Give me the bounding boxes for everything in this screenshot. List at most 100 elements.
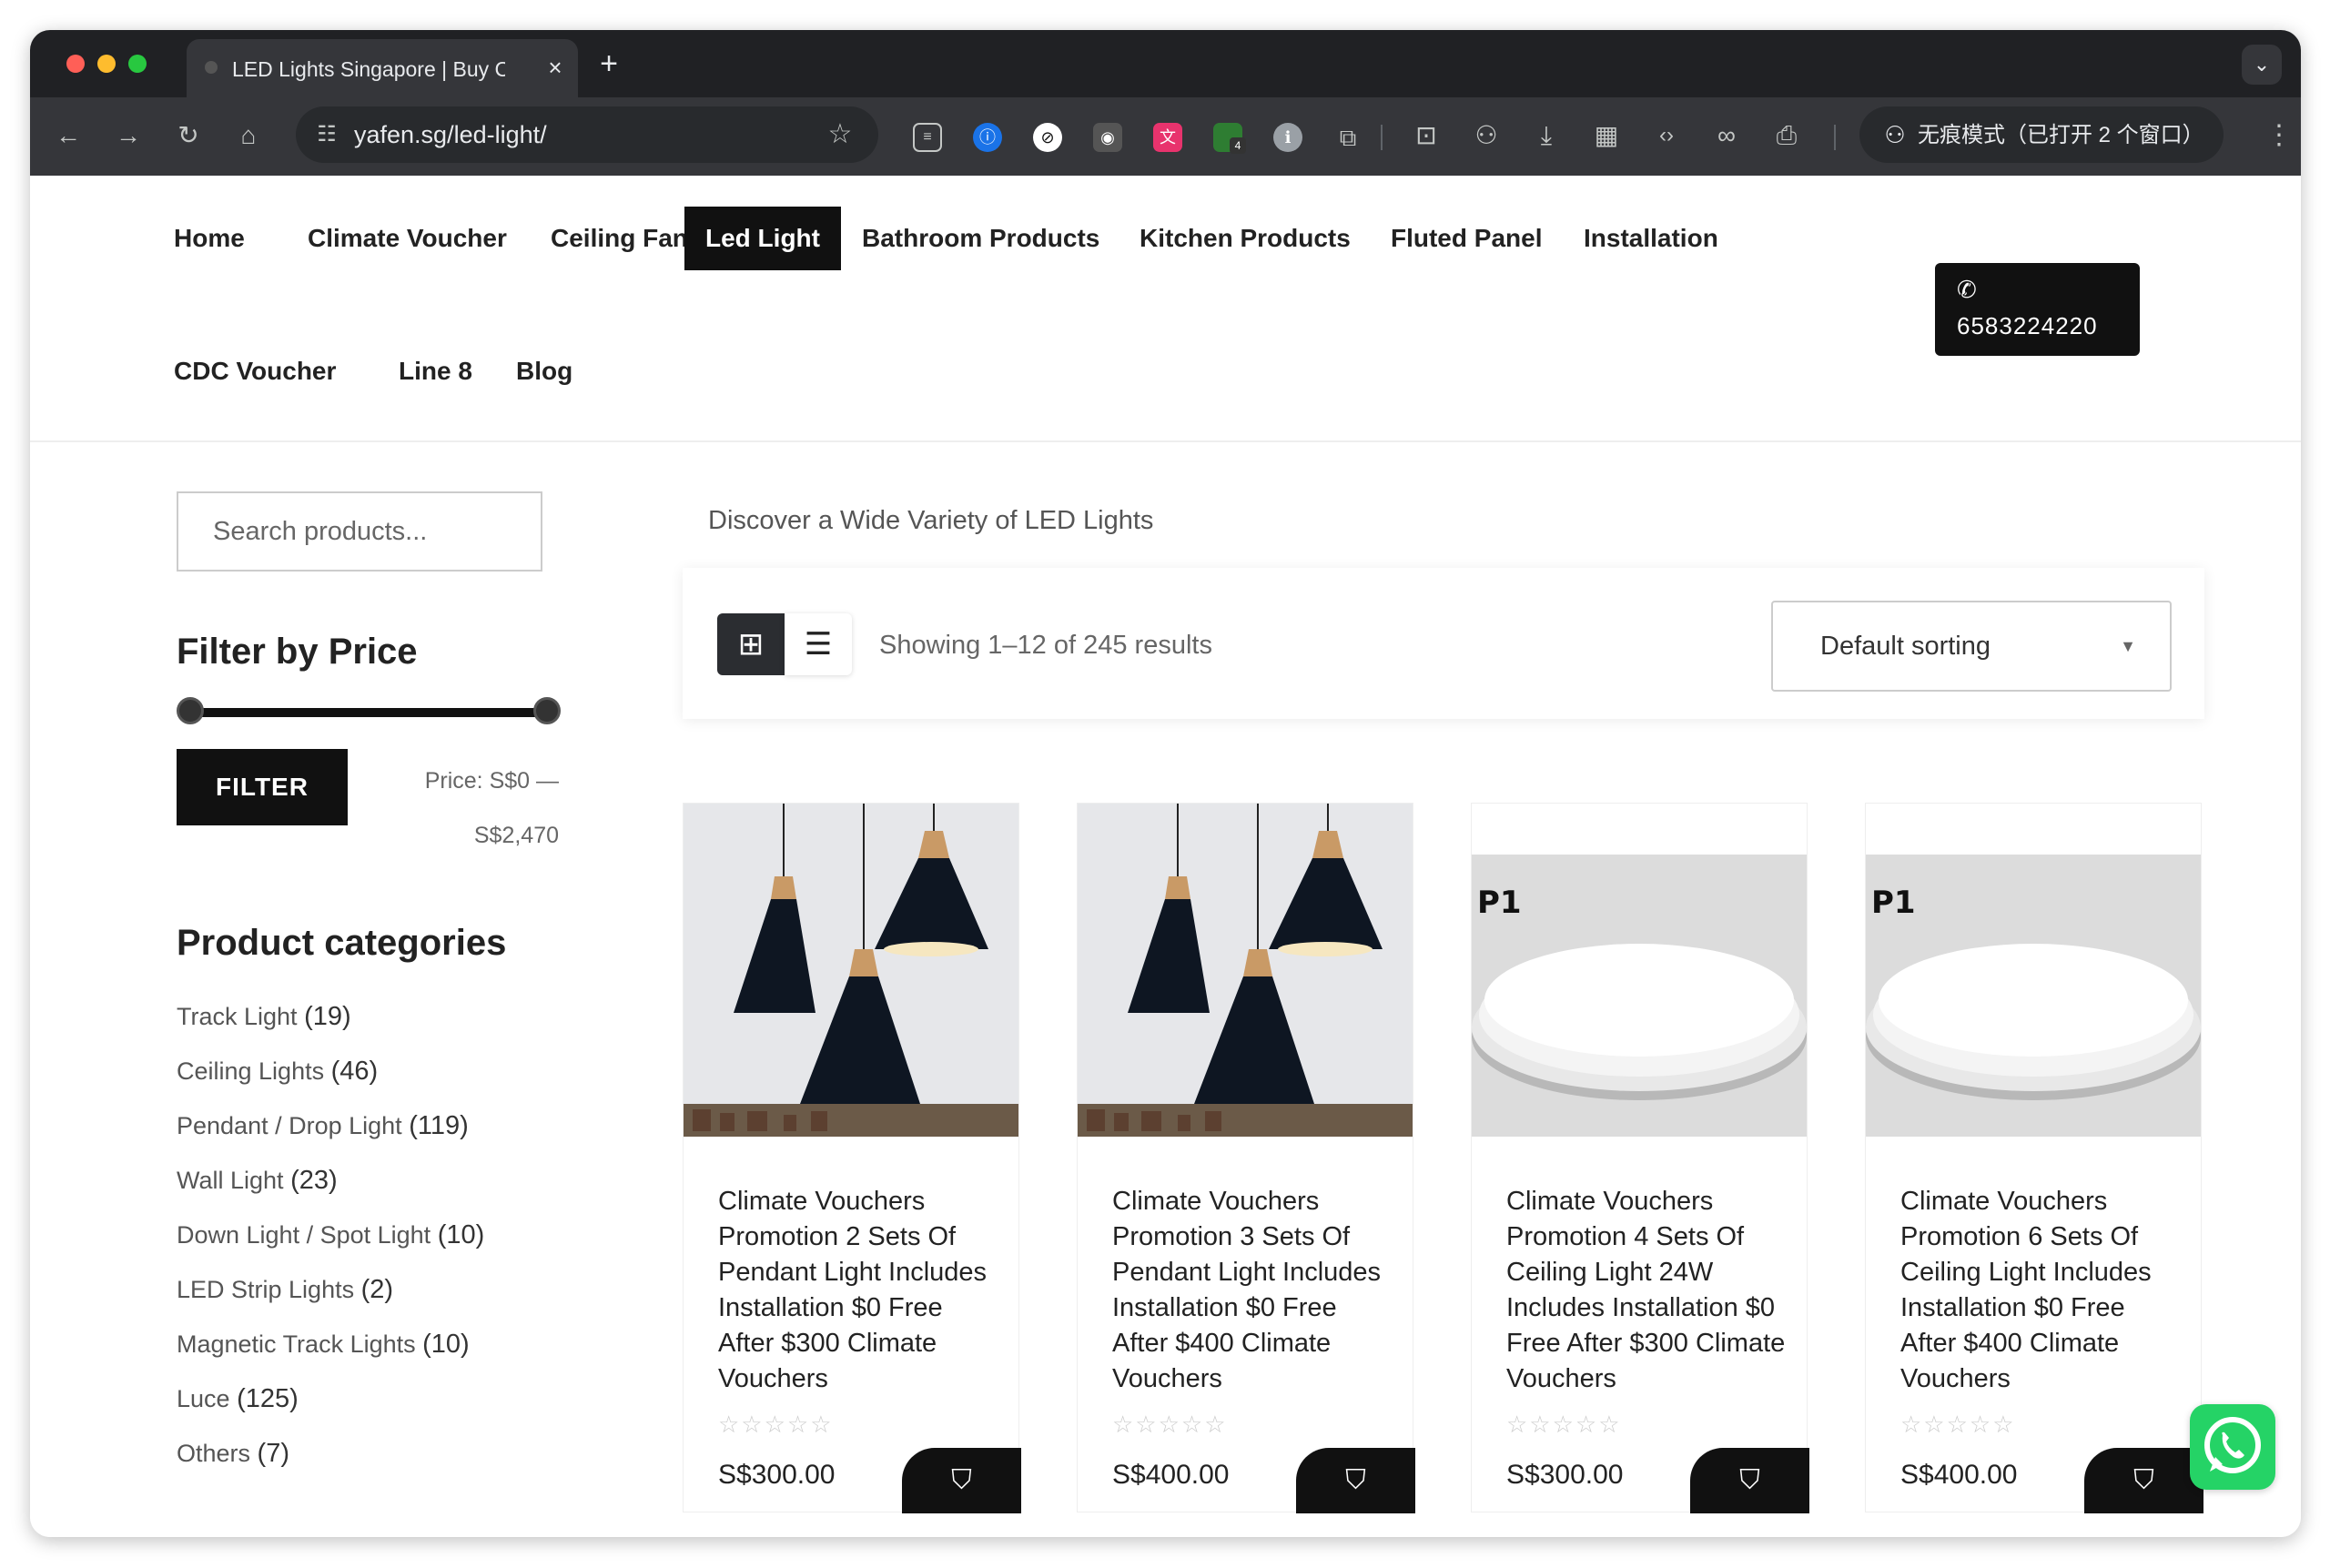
browser-menu-icon[interactable]: ⋮ [2265, 117, 2293, 154]
reload-icon[interactable]: ↻ [170, 117, 207, 154]
url-text[interactable]: yafen.sg/led-light/ [354, 121, 791, 148]
list-view-button[interactable]: ☰ [785, 613, 852, 675]
product-image[interactable]: P1 [1866, 855, 2201, 1137]
product-card[interactable]: Climate Vouchers Promotion 2 Sets Of Pen… [683, 803, 1021, 1513]
price-max-label: S$2,470 [473, 823, 559, 848]
category-item[interactable]: Track Light (19) [177, 998, 559, 1035]
category-item[interactable]: Luce (125) [177, 1381, 559, 1417]
screenshot-icon[interactable]: ⊡ [1408, 117, 1444, 154]
pendant-light-image [1078, 804, 1413, 1137]
nav-climate-voucher[interactable]: Climate Voucher [287, 207, 528, 270]
price-slider-max-handle[interactable] [533, 697, 561, 724]
add-to-cart-button[interactable]: ⛉ [1690, 1448, 1809, 1513]
star-rating: ☆☆☆☆☆ [1112, 1411, 1228, 1438]
incognito-label: 无痕模式（已打开 2 个窗口） [1918, 123, 2204, 147]
site-info-icon[interactable]: ☷ [312, 121, 341, 148]
browser-tab[interactable]: LED Lights Singapore | Buy C × [187, 39, 578, 97]
translate-icon[interactable]: 文 [1153, 123, 1182, 152]
reader-mode-icon[interactable]: ≡ [913, 123, 942, 152]
price-slider-min-handle[interactable] [177, 697, 204, 724]
new-tab-icon[interactable]: + [593, 48, 625, 81]
product-price: S$400.00 [1900, 1460, 2018, 1490]
category-name[interactable]: Down Light / Spot Light [177, 1221, 431, 1249]
category-name[interactable]: Ceiling Lights [177, 1057, 324, 1085]
qr-code-icon[interactable]: ▦ [1588, 117, 1625, 154]
nav-fluted-panel[interactable]: Fluted Panel [1370, 207, 1563, 270]
tab-bar: LED Lights Singapore | Buy C × + ⌄ [30, 30, 2301, 97]
product-image[interactable] [1078, 804, 1413, 1137]
back-icon[interactable]: ← [50, 117, 86, 154]
tab-search-icon[interactable]: ⌄ [2242, 45, 2282, 85]
category-item[interactable]: Ceiling Lights (46) [177, 1053, 559, 1089]
nav-blog[interactable]: Blog [495, 339, 593, 403]
category-name[interactable]: Magnetic Track Lights [177, 1330, 416, 1358]
nav-line-8[interactable]: Line 8 [378, 339, 493, 403]
bookmark-star-icon[interactable]: ☆ [824, 119, 856, 150]
add-to-cart-button[interactable]: ⛉ [902, 1448, 1021, 1513]
product-card[interactable]: P1 Climate Vouchers Promotion 6 Sets Of … [1865, 803, 2203, 1513]
category-item[interactable]: Others (7) [177, 1435, 559, 1472]
add-to-cart-button[interactable]: ⛉ [2084, 1448, 2203, 1513]
price-slider-track[interactable] [186, 708, 544, 717]
category-item[interactable]: Wall Light (23) [177, 1162, 559, 1199]
star-rating: ☆☆☆☆☆ [718, 1411, 834, 1438]
address-bar[interactable]: ☷ yafen.sg/led-light/ ☆ [296, 106, 878, 163]
add-to-cart-button[interactable]: ⛉ [1296, 1448, 1415, 1513]
category-item[interactable]: Magnetic Track Lights (10) [177, 1326, 559, 1362]
product-image[interactable] [684, 804, 1018, 1137]
product-image[interactable]: P1 [1472, 855, 1807, 1137]
incognito-icon: ⚇ [1884, 121, 1906, 148]
toolbar-divider [1381, 125, 1383, 150]
category-count: (125) [237, 1384, 299, 1413]
product-card[interactable]: P1 Climate Vouchers Promotion 4 Sets Of … [1471, 803, 1809, 1513]
extension-eyes-icon[interactable]: ◉ [1093, 123, 1122, 152]
filter-by-price-title: Filter by Price [177, 632, 418, 672]
nav-home[interactable]: Home [153, 207, 266, 270]
maximize-window-button[interactable] [128, 55, 147, 73]
block-icon[interactable]: ⊘ [1033, 123, 1062, 152]
nav-ceiling-fan[interactable]: Ceiling Fan [530, 207, 709, 270]
nav-installation[interactable]: Installation [1563, 207, 1739, 270]
product-title[interactable]: Climate Vouchers Promotion 3 Sets Of Pen… [1112, 1184, 1394, 1402]
category-name[interactable]: Others [177, 1440, 250, 1467]
nav-kitchen-products[interactable]: Kitchen Products [1119, 207, 1372, 270]
filter-button[interactable]: FILTER [177, 749, 348, 825]
sort-select[interactable]: Default sorting ▼ [1771, 601, 2172, 692]
password-manager-icon[interactable]: ⓘ [973, 123, 1002, 152]
category-name[interactable]: LED Strip Lights [177, 1276, 354, 1303]
incognito-indicator[interactable]: ⚇ 无痕模式（已打开 2 个窗口） [1859, 106, 2224, 163]
close-window-button[interactable] [66, 55, 85, 73]
minimize-window-button[interactable] [97, 55, 116, 73]
product-title[interactable]: Climate Vouchers Promotion 4 Sets Of Cei… [1506, 1184, 1788, 1402]
download-icon[interactable]: ⤓ [1528, 117, 1565, 154]
category-name[interactable]: Pendant / Drop Light [177, 1112, 402, 1139]
category-item[interactable]: Down Light / Spot Light (10) [177, 1217, 559, 1253]
category-item[interactable]: LED Strip Lights (2) [177, 1271, 559, 1308]
price-label: Price: S$0 — [424, 768, 559, 794]
close-tab-icon[interactable]: × [542, 54, 569, 81]
whatsapp-chat-button[interactable] [2190, 1404, 2275, 1490]
forward-icon[interactable]: → [110, 117, 147, 154]
category-name[interactable]: Luce [177, 1385, 230, 1412]
nav-bathroom-products[interactable]: Bathroom Products [841, 207, 1120, 270]
ip-icon[interactable]: ℹ [1273, 123, 1302, 152]
category-item[interactable]: Pendant / Drop Light (119) [177, 1108, 559, 1144]
phone-button[interactable]: ✆ 6583224220 [1935, 263, 2140, 356]
print-icon[interactable]: ⎙ [1768, 117, 1805, 154]
link-icon[interactable]: ∞ [1708, 117, 1745, 154]
home-icon[interactable]: ⌂ [230, 117, 267, 154]
category-name[interactable]: Track Light [177, 1003, 298, 1030]
category-name[interactable]: Wall Light [177, 1167, 284, 1194]
nav-led-light[interactable]: Led Light [684, 207, 841, 270]
product-card[interactable]: Climate Vouchers Promotion 3 Sets Of Pen… [1077, 803, 1415, 1513]
incognito-small-icon[interactable]: ⚇ [1468, 117, 1504, 154]
extensions-puzzle-icon[interactable]: ⧉ [1333, 123, 1363, 152]
shield-extension-icon[interactable]: 4 [1213, 123, 1246, 154]
product-title[interactable]: Climate Vouchers Promotion 2 Sets Of Pen… [718, 1184, 1000, 1402]
grid-view-button[interactable]: ⊞ [717, 613, 785, 675]
code-icon[interactable]: ‹› [1648, 117, 1685, 154]
product-area: Discover a Wide Variety of LED Lights ⊞ … [652, 491, 2204, 1537]
search-input[interactable]: Search products... [177, 491, 542, 572]
nav-cdc-voucher[interactable]: CDC Voucher [153, 339, 357, 403]
product-title[interactable]: Climate Vouchers Promotion 6 Sets Of Cei… [1900, 1184, 2183, 1402]
